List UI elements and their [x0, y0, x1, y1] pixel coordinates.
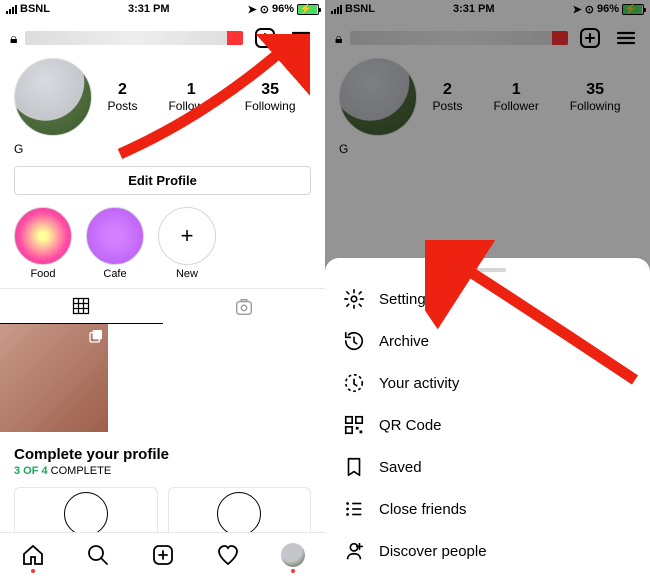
battery-pct: 96% [272, 3, 294, 15]
post-thumbnail[interactable] [0, 324, 108, 432]
card-circle-icon [217, 492, 261, 536]
status-bar: BSNL 3:31 PM ➤ ⊙ 96% ⚡ [0, 0, 325, 18]
complete-subtitle: 3 OF 4 COMPLETE [14, 465, 311, 477]
notification-dot-icon [31, 569, 35, 573]
stat-following[interactable]: 35Following [245, 81, 296, 113]
profile-header: 🔒︎ [0, 18, 325, 58]
tab-grid[interactable] [0, 289, 163, 324]
signal-icon [6, 4, 17, 14]
menu-discover[interactable]: Discover people [325, 530, 650, 572]
notification-dot-icon [291, 569, 295, 573]
nav-home[interactable] [0, 533, 65, 576]
profile-tabs [0, 288, 325, 324]
menu-label: Archive [379, 333, 429, 350]
menu-archive[interactable]: Archive [325, 320, 650, 362]
menu-qr[interactable]: QR Code [325, 404, 650, 446]
nav-search[interactable] [65, 533, 130, 576]
highlight-story-icon [86, 207, 144, 265]
plus-box-icon [151, 543, 175, 567]
avatar[interactable] [14, 58, 92, 136]
lock-icon: 🔒︎ [10, 30, 17, 47]
grid-icon [71, 296, 91, 316]
search-icon [86, 543, 110, 567]
stat-followers[interactable]: 1Follower [168, 81, 213, 113]
create-button[interactable] [251, 24, 279, 52]
alarm-icon: ⊙ [260, 3, 269, 16]
discover-people-icon [343, 540, 365, 562]
home-icon [21, 543, 45, 567]
menu-label: QR Code [379, 417, 442, 434]
list-icon [343, 498, 365, 520]
hamburger-sheet: Settings Archive Your activity QR Code S… [325, 258, 650, 576]
nav-create[interactable] [130, 533, 195, 576]
heart-icon [216, 543, 240, 567]
username-dropdown[interactable] [25, 31, 243, 45]
carrier-label: BSNL [20, 3, 50, 15]
sheet-handle[interactable] [470, 268, 506, 272]
menu-label: Saved [379, 459, 422, 476]
card-circle-icon [64, 492, 108, 536]
posts-grid [0, 324, 325, 432]
bio-text: G [0, 142, 325, 160]
menu-screen: BSNL 3:31 PM ➤ ⊙ 96% ⚡ 🔒︎ 2Posts 1Follow… [325, 0, 650, 576]
nav-profile[interactable] [260, 533, 325, 576]
highlight-food[interactable]: Food [14, 207, 72, 280]
complete-profile: Complete your profile 3 OF 4 COMPLETE [0, 432, 325, 541]
menu-saved[interactable]: Saved [325, 446, 650, 488]
edit-profile-button[interactable]: Edit Profile [14, 166, 311, 195]
highlights-row: Food Cafe +New [0, 205, 325, 286]
bottom-nav [0, 532, 325, 576]
highlight-new[interactable]: +New [158, 207, 216, 280]
bookmark-icon [343, 456, 365, 478]
menu-activity[interactable]: Your activity [325, 362, 650, 404]
complete-title: Complete your profile [14, 446, 311, 463]
highlight-cafe[interactable]: Cafe [86, 207, 144, 280]
profile-screen: BSNL 3:31 PM ➤ ⊙ 96% ⚡ 🔒︎ 2Posts 1Follow… [0, 0, 325, 576]
hamburger-menu-button[interactable] [287, 24, 315, 52]
plus-box-icon [253, 26, 277, 50]
highlight-story-icon [14, 207, 72, 265]
mini-avatar-icon [281, 543, 305, 567]
multi-post-icon [88, 328, 104, 344]
menu-label: Close friends [379, 501, 467, 518]
menu-label: Discover people [379, 543, 487, 560]
menu-close-friends[interactable]: Close friends [325, 488, 650, 530]
activity-icon [343, 372, 365, 394]
location-icon: ➤ [248, 3, 257, 16]
clock: 3:31 PM [128, 3, 170, 15]
battery-icon: ⚡ [297, 4, 319, 15]
menu-label: Your activity [379, 375, 459, 392]
tab-tagged[interactable] [163, 289, 326, 324]
archive-icon [343, 330, 365, 352]
qr-icon [343, 414, 365, 436]
gear-icon [343, 288, 365, 310]
hamburger-icon [289, 26, 313, 50]
stat-posts[interactable]: 2Posts [107, 81, 137, 113]
nav-activity[interactable] [195, 533, 260, 576]
menu-settings[interactable]: Settings [325, 278, 650, 320]
menu-label: Settings [379, 291, 433, 308]
tagged-icon [233, 296, 255, 318]
plus-icon: + [158, 207, 216, 265]
